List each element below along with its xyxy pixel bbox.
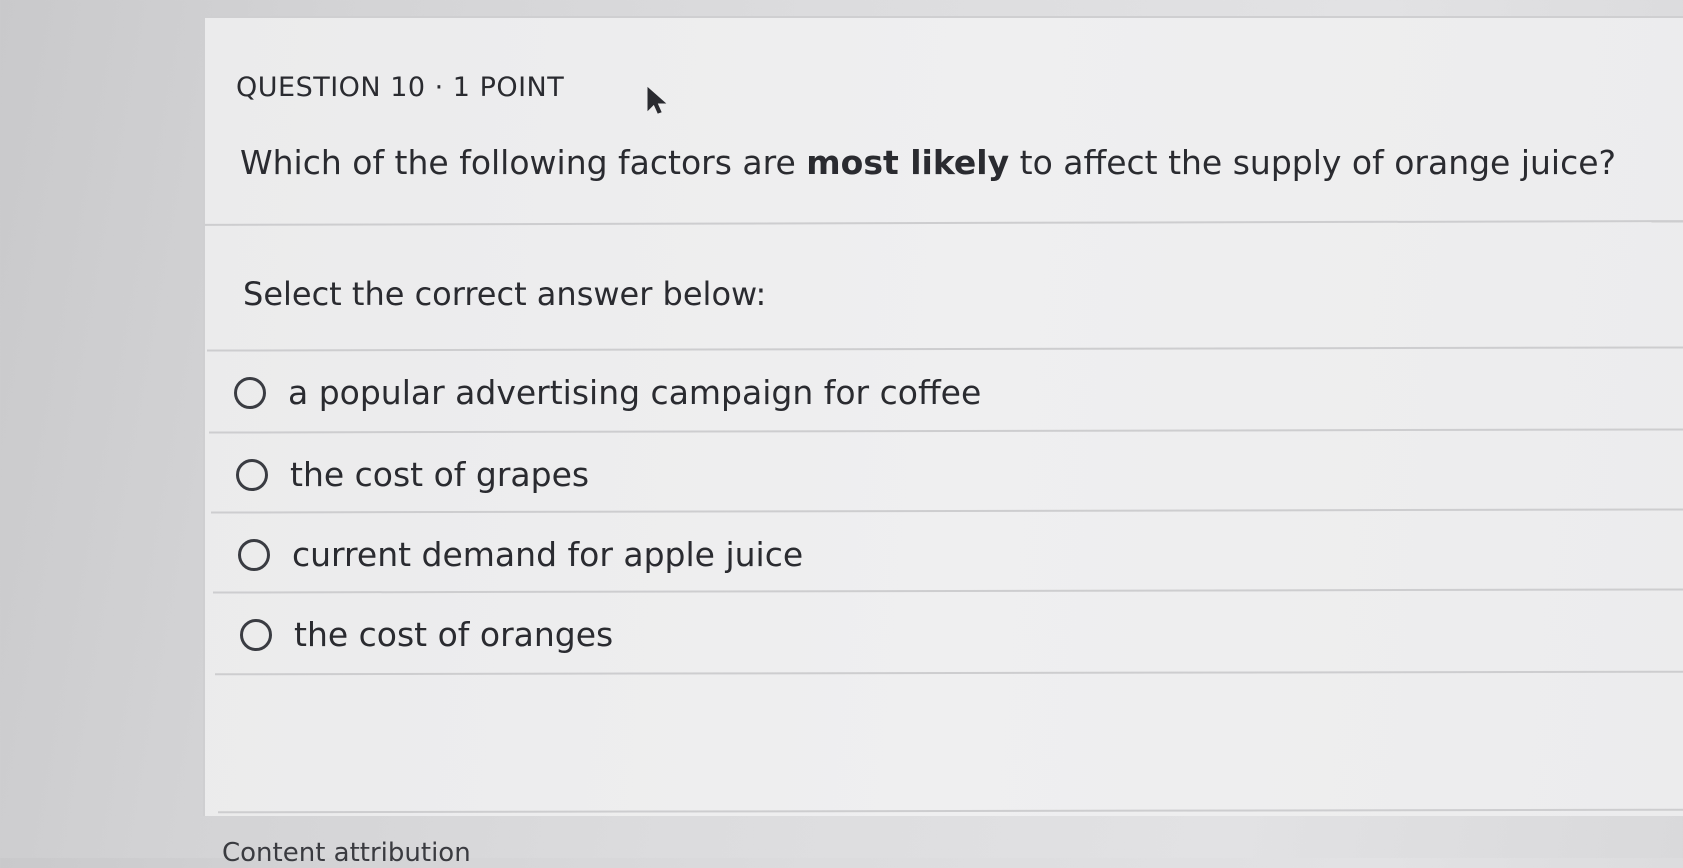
answer-option-label: the cost of oranges — [294, 615, 614, 654]
answer-option-label: the cost of grapes — [290, 455, 590, 494]
question-card — [203, 16, 1683, 816]
question-text-emphasis: most likely — [806, 143, 1010, 182]
question-header: QUESTION 10 · 1 POINT — [236, 72, 565, 103]
answer-option-label: a popular advertising campaign for coffe… — [288, 373, 982, 412]
answer-option[interactable]: current demand for apple juice — [238, 535, 803, 574]
question-text-end: to affect the supply of orange juice? — [1009, 143, 1617, 182]
radio-unselected-icon[interactable] — [240, 618, 272, 651]
radio-unselected-icon[interactable] — [234, 376, 266, 409]
question-text: Which of the following factors are most … — [240, 143, 1616, 182]
instruction-text: Select the correct answer below: — [243, 275, 767, 313]
radio-unselected-icon[interactable] — [238, 538, 270, 571]
answer-option-label: current demand for apple juice — [292, 535, 804, 574]
answer-option[interactable]: the cost of oranges — [240, 615, 613, 654]
radio-unselected-icon[interactable] — [236, 458, 268, 491]
content-attribution-link[interactable]: Content attribution — [222, 838, 471, 868]
question-text-start: Which of the following factors are — [240, 143, 807, 182]
answer-option[interactable]: a popular advertising campaign for coffe… — [234, 373, 981, 412]
question-page: QUESTION 10 · 1 POINT Which of the follo… — [0, 0, 1683, 868]
arrow-cursor-icon — [647, 86, 667, 114]
answer-option[interactable]: the cost of grapes — [236, 455, 589, 494]
